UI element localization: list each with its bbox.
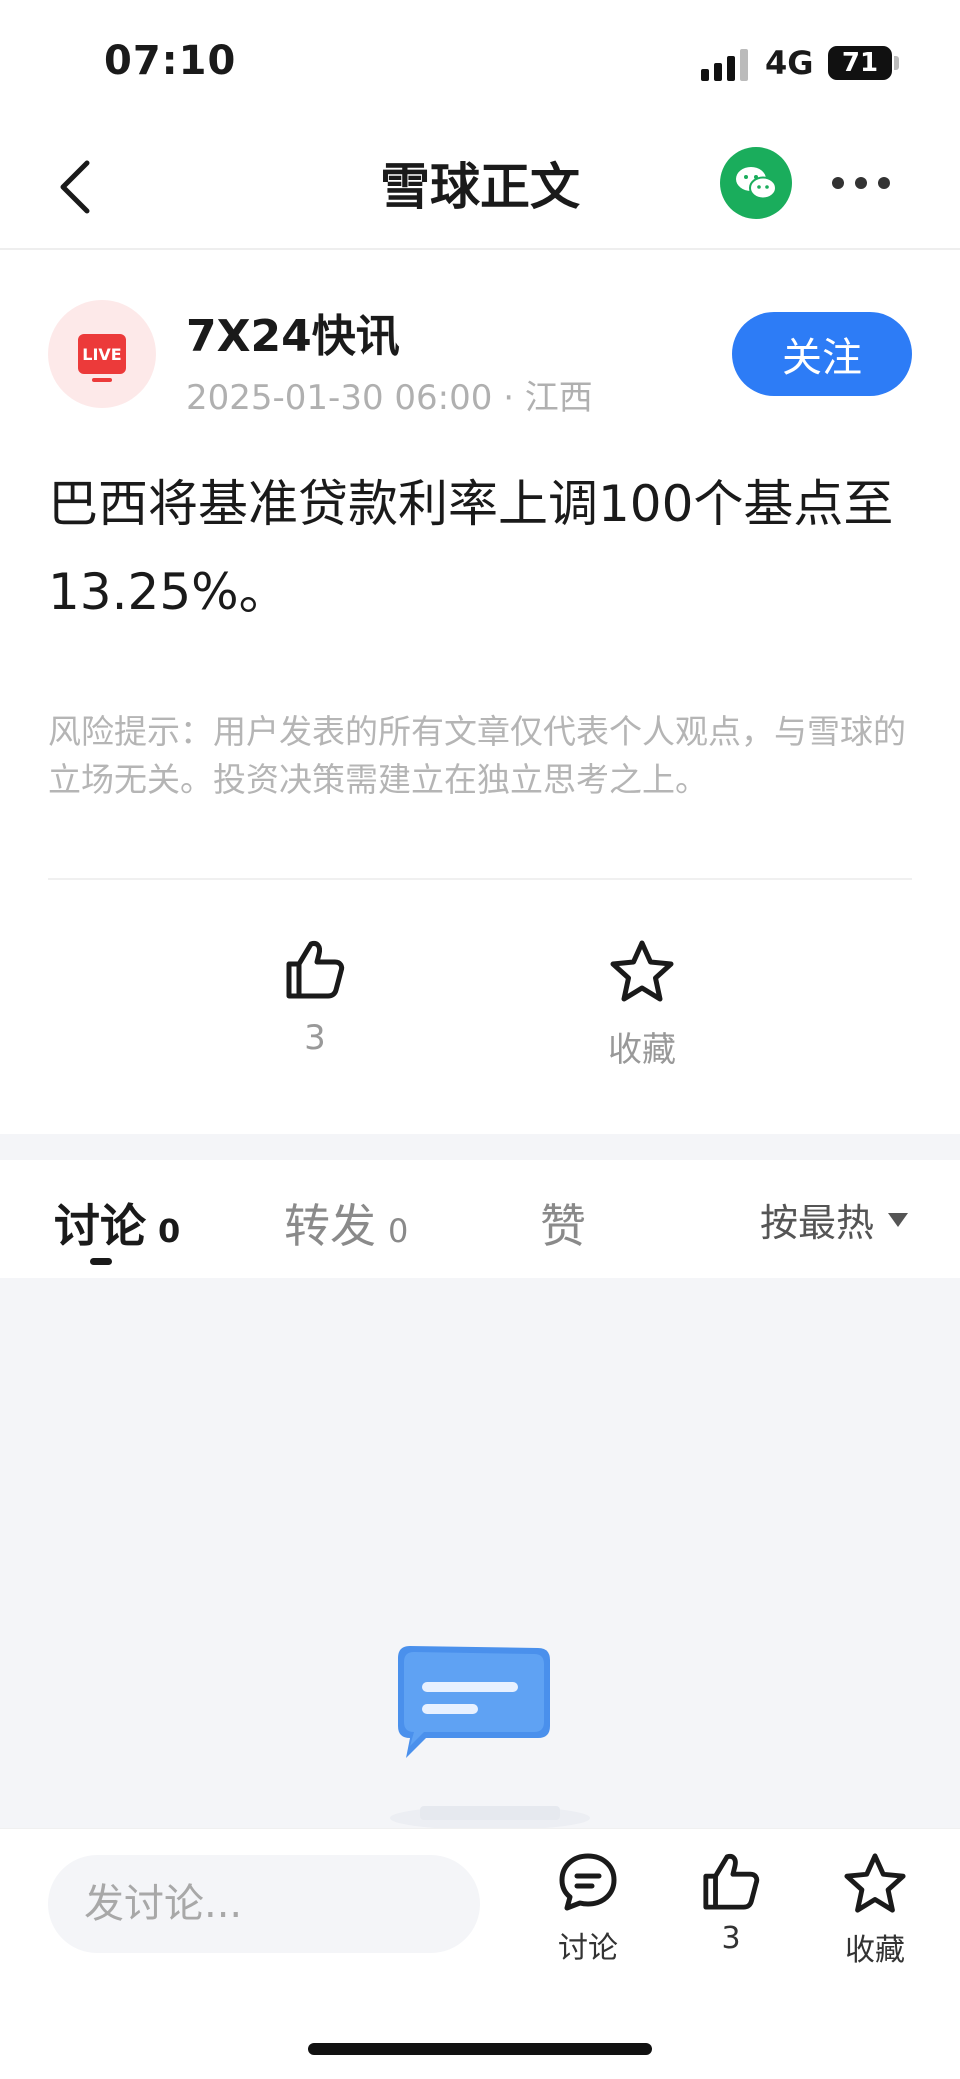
bottom-bar: 讨论 3 收藏 (0, 1828, 960, 2079)
caret-down-icon (888, 1212, 909, 1227)
section-gap (0, 1134, 960, 1160)
more-options-button[interactable] (826, 157, 896, 209)
page-title: 雪球正文 (380, 158, 580, 216)
chat-bubble-icon (390, 1646, 590, 1828)
bottom-like-count: 3 (721, 1921, 741, 1956)
battery-cap (894, 56, 899, 70)
tab-repost[interactable]: 转发 0 (284, 1190, 408, 1256)
more-dot (878, 177, 890, 189)
tab-label: 转发 (284, 1199, 376, 1253)
tabs-row: 讨论 0 转发 0 赞 按最热 (0, 1160, 960, 1278)
tab-indicator (90, 1258, 112, 1265)
wechat-share-button[interactable] (720, 147, 792, 219)
network-label: 4G (765, 44, 814, 82)
more-dot (855, 177, 867, 189)
favorite-label: 收藏 (608, 1030, 676, 1070)
avatar[interactable]: LIVE (48, 300, 156, 408)
signal-icon (701, 47, 749, 81)
tab-label: 讨论 (54, 1199, 146, 1253)
like-count: 3 (304, 1018, 326, 1058)
thumbs-up-icon (703, 1853, 760, 1910)
star-icon (844, 1853, 906, 1913)
tab-count: 0 (158, 1212, 181, 1250)
divider (48, 878, 912, 880)
tab-discussion[interactable]: 讨论 0 (54, 1190, 180, 1256)
bottom-like-button[interactable]: 3 (676, 1851, 786, 1956)
sort-label: 按最热 (760, 1201, 875, 1245)
status-time: 07:10 (104, 38, 237, 84)
discuss-button[interactable]: 讨论 (533, 1851, 643, 1967)
home-indicator (308, 2043, 652, 2055)
comment-icon (559, 1853, 617, 1911)
empty-discussion-area (0, 1278, 960, 1828)
follow-button[interactable]: 关注 (732, 312, 912, 396)
star-icon (610, 940, 674, 1002)
bottom-favorite-label: 收藏 (845, 1933, 905, 1968)
more-dot (832, 177, 844, 189)
author-name[interactable]: 7X24快讯 (186, 300, 400, 364)
tab-count: 0 (388, 1212, 409, 1250)
discuss-label: 讨论 (558, 1931, 618, 1966)
author-row: LIVE 7X24快讯 2025-01-30 06:00 · 江西 关注 (0, 250, 960, 420)
like-button[interactable]: 3 (270, 938, 360, 1058)
article-body: 巴西将基准贷款利率上调100个基点至13.25%。 (48, 475, 894, 621)
status-bar: 07:10 4G 71 (0, 0, 960, 130)
tab-likes[interactable]: 赞 (540, 1190, 586, 1256)
comment-input[interactable] (48, 1855, 480, 1953)
favorite-button[interactable]: 收藏 (592, 938, 692, 1071)
bottom-favorite-button[interactable]: 收藏 (820, 1851, 930, 1969)
thumbs-up-icon (286, 941, 345, 999)
battery-icon: 71 (828, 46, 892, 80)
nav-bar: 雪球正文 (0, 130, 960, 250)
wechat-icon (736, 167, 777, 200)
post-meta: 2025-01-30 06:00 · 江西 (186, 378, 593, 418)
risk-disclaimer: 风险提示：用户发表的所有文章仅代表个人观点，与雪球的立场无关。投资决策需建立在独… (48, 712, 906, 799)
tab-label: 赞 (540, 1199, 586, 1253)
live-icon: LIVE (78, 334, 126, 382)
sort-dropdown[interactable]: 按最热 (760, 1192, 909, 1247)
